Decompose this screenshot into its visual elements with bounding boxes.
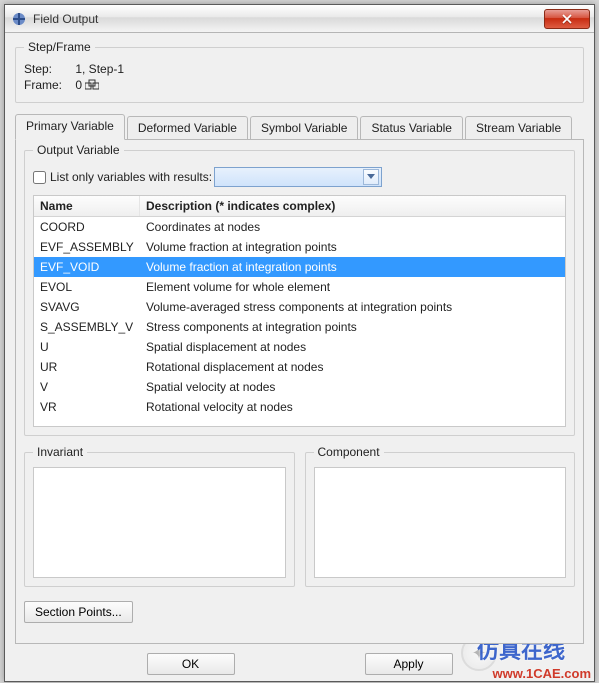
col-name[interactable]: Name [34, 196, 140, 216]
results-dropdown[interactable] [214, 167, 382, 187]
table-row[interactable]: SVAVGVolume-averaged stress components a… [34, 297, 565, 317]
cell-name: EVF_ASSEMBLY [34, 239, 140, 255]
step-value: 1, Step-1 [75, 62, 124, 76]
cell-name: SVAVG [34, 299, 140, 315]
cell-name: UR [34, 359, 140, 375]
step-frame-heading: Step/Frame [24, 40, 95, 54]
close-button[interactable] [544, 9, 590, 29]
cell-description: Stress components at integration points [140, 319, 565, 335]
tab-deformed-variable[interactable]: Deformed Variable [127, 116, 248, 140]
cell-name: V [34, 379, 140, 395]
cell-name: S_ASSEMBLY_V [34, 319, 140, 335]
invariant-heading: Invariant [33, 445, 87, 459]
step-row: Step: 1, Step-1 [24, 62, 575, 76]
list-only-label: List only variables with results: [50, 170, 212, 184]
cell-name: EVF_VOID [34, 259, 140, 275]
table-header: Name Description (* indicates complex) [34, 196, 565, 217]
table-row[interactable]: EVOLElement volume for whole element [34, 277, 565, 297]
tab-status-variable[interactable]: Status Variable [360, 116, 463, 140]
dialog-window: Field Output Step/Frame Step: 1, Step-1 … [4, 4, 595, 682]
cell-description: Spatial displacement at nodes [140, 339, 565, 355]
cell-description: Element volume for whole element [140, 279, 565, 295]
section-points-button[interactable]: Section Points... [24, 601, 133, 623]
list-only-row: List only variables with results: [33, 167, 566, 187]
table-row[interactable]: EVF_VOIDVolume fraction at integration p… [34, 257, 565, 277]
cell-name: U [34, 339, 140, 355]
table-row[interactable]: COORDCoordinates at nodes [34, 217, 565, 237]
frame-value: 0 [75, 78, 82, 92]
step-label: Step: [24, 62, 72, 76]
cell-description: Coordinates at nodes [140, 219, 565, 235]
invariant-component-row: Invariant Component [24, 446, 575, 593]
cell-name: VR [34, 399, 140, 415]
component-list[interactable] [314, 467, 567, 578]
dialog-body: Step/Frame Step: 1, Step-1 Frame: 0 Prim… [5, 33, 594, 652]
apply-button[interactable]: Apply [365, 653, 453, 675]
cell-name: EVOL [34, 279, 140, 295]
dialog-button-row: OK Apply [5, 653, 594, 675]
cell-name: COORD [34, 219, 140, 235]
cell-description: Volume fraction at integration points [140, 259, 565, 275]
cell-description: Volume fraction at integration points [140, 239, 565, 255]
tab-stream-variable[interactable]: Stream Variable [465, 116, 572, 140]
component-heading: Component [314, 445, 384, 459]
ok-button[interactable]: OK [147, 653, 235, 675]
table-row[interactable]: VRRotational velocity at nodes [34, 397, 565, 417]
table-row[interactable]: USpatial displacement at nodes [34, 337, 565, 357]
variable-table[interactable]: Name Description (* indicates complex) C… [33, 195, 566, 427]
component-group: Component [305, 452, 576, 587]
frame-row: Frame: 0 [24, 78, 575, 92]
table-row[interactable]: EVF_ASSEMBLYVolume fraction at integrati… [34, 237, 565, 257]
table-row[interactable]: S_ASSEMBLY_VStress components at integra… [34, 317, 565, 337]
frame-selector-icon[interactable] [85, 79, 99, 91]
close-icon [562, 14, 572, 24]
tab-primary-variable[interactable]: Primary Variable [15, 114, 125, 140]
app-icon [11, 11, 27, 27]
tab-symbol-variable[interactable]: Symbol Variable [250, 116, 358, 140]
window-title: Field Output [33, 12, 544, 26]
table-row[interactable]: URRotational displacement at nodes [34, 357, 565, 377]
title-bar[interactable]: Field Output [5, 5, 594, 33]
tab-bar: Primary VariableDeformed VariableSymbol … [15, 113, 584, 139]
output-variable-group: Output Variable List only variables with… [24, 150, 575, 436]
cell-description: Spatial velocity at nodes [140, 379, 565, 395]
invariant-list[interactable] [33, 467, 286, 578]
cell-description: Volume-averaged stress components at int… [140, 299, 565, 315]
cell-description: Rotational displacement at nodes [140, 359, 565, 375]
col-description[interactable]: Description (* indicates complex) [140, 196, 565, 216]
output-variable-heading: Output Variable [33, 143, 124, 157]
list-only-checkbox[interactable] [33, 171, 46, 184]
step-frame-group: Step/Frame Step: 1, Step-1 Frame: 0 [15, 47, 584, 103]
table-row[interactable]: VSpatial velocity at nodes [34, 377, 565, 397]
frame-label: Frame: [24, 78, 72, 92]
invariant-group: Invariant [24, 452, 295, 587]
cell-description: Rotational velocity at nodes [140, 399, 565, 415]
chevron-down-icon [363, 169, 379, 185]
tab-panel-primary: Output Variable List only variables with… [15, 139, 584, 644]
